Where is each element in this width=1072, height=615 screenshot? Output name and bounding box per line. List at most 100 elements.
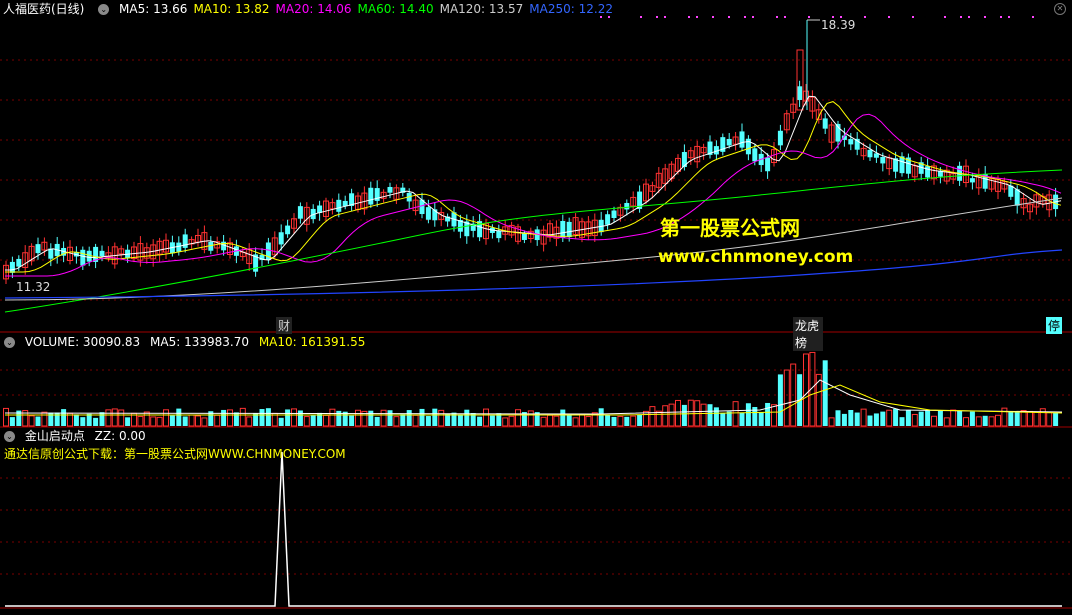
volume-bar	[527, 410, 534, 427]
volume-bar	[886, 409, 893, 427]
volume-bar	[815, 373, 822, 427]
expand-icon[interactable]: ⌄	[98, 4, 110, 15]
candle-body	[496, 230, 502, 239]
volume-bar	[86, 413, 92, 426]
candle-body	[1014, 189, 1020, 206]
volume-bar	[681, 404, 687, 426]
candle-body	[925, 166, 931, 178]
volume-bar	[393, 416, 400, 427]
volume-bar	[726, 411, 732, 426]
signal-dot	[864, 16, 866, 18]
volume-bar	[125, 417, 131, 426]
volume-bar	[937, 410, 943, 426]
signal-dot	[728, 16, 730, 18]
volume-bar	[278, 417, 284, 426]
suspend-tag[interactable]: 停	[1046, 317, 1063, 334]
expand-icon[interactable]: ⌄	[4, 431, 15, 442]
volume-bar	[982, 415, 988, 426]
volume-bar	[963, 417, 969, 427]
candle-body	[777, 130, 783, 146]
volume-bar	[380, 409, 387, 427]
volume-bar	[445, 413, 451, 426]
candle-body	[605, 214, 611, 225]
candle-body	[822, 118, 828, 129]
signal-dot	[752, 16, 754, 18]
volume-bar	[765, 402, 771, 426]
volume-bar	[841, 413, 847, 426]
volume-bar	[41, 411, 48, 427]
stock-name: 人福医药(日线)	[3, 2, 85, 16]
candle-body	[278, 232, 284, 245]
volume-bar	[1020, 410, 1027, 427]
volume-bar	[349, 415, 355, 426]
volume-bar	[899, 417, 905, 426]
candle-body	[35, 244, 41, 254]
expand-icon[interactable]: ⌄	[4, 337, 15, 348]
ma-legend-item: MA20: 14.06	[275, 2, 352, 16]
candle-body	[86, 250, 92, 262]
candle-body	[624, 202, 630, 210]
candle-body	[387, 186, 393, 193]
indicator-zz: ZZ: 0.00	[94, 429, 146, 443]
indicator-legend: ⌄ 金山启动点 ZZ: 0.00	[0, 427, 152, 445]
volume-bar	[355, 409, 361, 427]
volume-bar	[739, 412, 745, 426]
volume-bar	[950, 409, 957, 427]
volume-bar	[931, 415, 937, 427]
volume-bar	[143, 411, 150, 427]
volume-bar	[611, 416, 617, 426]
volume-bar	[687, 399, 694, 427]
ma-list: MA5: 13.66 MA10: 13.82 MA20: 14.06 MA60: 14…	[119, 2, 619, 16]
longhubang-tag[interactable]: 龙虎榜	[793, 317, 823, 351]
volume-bar	[624, 416, 630, 426]
signal-dot	[912, 16, 914, 18]
volume-bar	[848, 410, 854, 426]
signal-dot	[776, 16, 778, 18]
volume-bar	[61, 409, 67, 426]
volume-bar	[867, 415, 873, 426]
volume-bar	[477, 416, 483, 426]
indicator-title: 金山启动点	[24, 429, 85, 443]
volume-bar	[662, 405, 669, 427]
volume-bar	[368, 410, 374, 426]
volume-bar	[605, 415, 611, 426]
volume-bar	[156, 416, 163, 427]
finance-tag[interactable]: 财	[276, 317, 293, 334]
signal-dot	[688, 16, 690, 18]
volume-bar	[675, 399, 681, 427]
signal-dot	[968, 16, 970, 18]
volume-bar	[502, 417, 509, 427]
candle-body	[739, 131, 745, 148]
volume-bar	[713, 407, 719, 426]
volume-bar	[118, 409, 125, 427]
candle-body	[848, 139, 854, 145]
volume-bar	[425, 416, 431, 426]
volume-bar	[943, 417, 950, 427]
candle-body	[797, 86, 803, 100]
signal-dot	[696, 16, 698, 18]
candle-body	[425, 207, 431, 220]
volume-ma5: MA5: 133983.70	[150, 335, 249, 349]
volume-bar	[508, 415, 515, 427]
volume-bar	[637, 414, 643, 426]
ma-legend-item: MA60: 14.40	[357, 2, 434, 16]
ma-legend-item: MA250: 12.22	[529, 2, 613, 16]
volume-bar	[649, 406, 656, 427]
signal-dot	[960, 16, 962, 18]
candle-body	[9, 261, 15, 273]
volume-bar	[758, 412, 764, 426]
volume-bar	[239, 407, 246, 427]
volume-bar	[323, 414, 329, 427]
volume-bar	[777, 374, 783, 426]
volume-bar	[700, 403, 707, 427]
volume-bar	[297, 410, 303, 426]
time-axis	[0, 609, 1072, 615]
candle-body	[80, 249, 86, 266]
candle-body	[867, 149, 873, 158]
close-icon[interactable]: ✕	[1054, 3, 1066, 15]
kline-chart[interactable]	[0, 0, 1072, 615]
volume-bar	[732, 401, 739, 427]
volume-bar	[35, 416, 41, 426]
candle-body	[336, 199, 342, 212]
signal-dot	[1032, 16, 1034, 18]
